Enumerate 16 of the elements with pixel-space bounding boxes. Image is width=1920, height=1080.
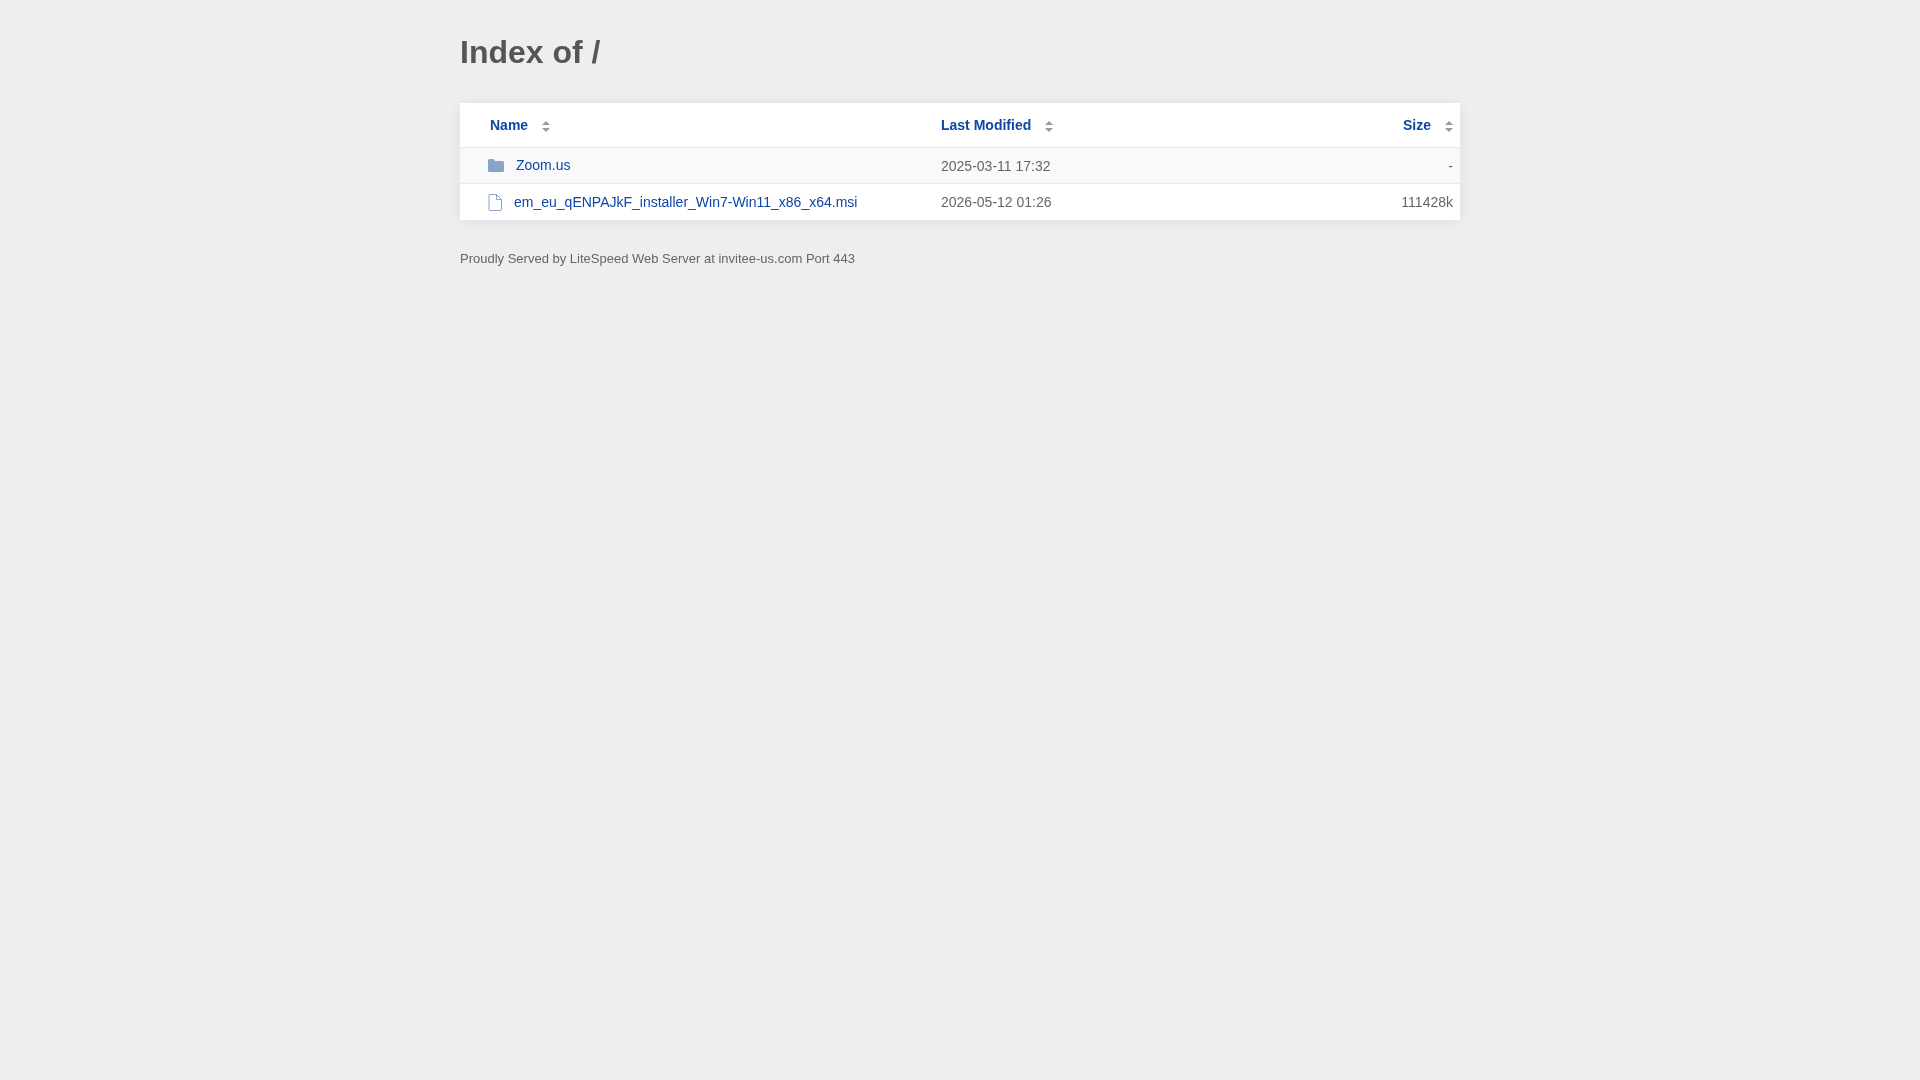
file-name-link[interactable]: em_eu_qENPAJkF_installer_Win7-Win11_x86_x64.msi (514, 191, 858, 213)
sort-icon (1445, 120, 1453, 132)
column-sort-link[interactable]: Name (490, 117, 551, 133)
modified-date: 2025-03-11 17:32 (941, 157, 1051, 174)
column-sort-link[interactable]: Last Modified (941, 117, 1054, 133)
file-size: - (1448, 157, 1453, 174)
modified-date: 2026-05-12 01:26 (941, 194, 1052, 210)
folder-icon (488, 159, 504, 172)
file-name-link[interactable]: Zoom.us (516, 155, 571, 176)
file-size: 111428k (1401, 194, 1453, 210)
file-icon (488, 193, 502, 211)
sort-icon (542, 120, 551, 132)
column-sort-link[interactable]: Size (1403, 117, 1453, 133)
page-title: Index of / (460, 33, 601, 71)
server-footer: Proudly Served by LiteSpeed Web Server at invitee-us.com Port 443 (460, 251, 856, 266)
sort-icon (1045, 120, 1054, 132)
